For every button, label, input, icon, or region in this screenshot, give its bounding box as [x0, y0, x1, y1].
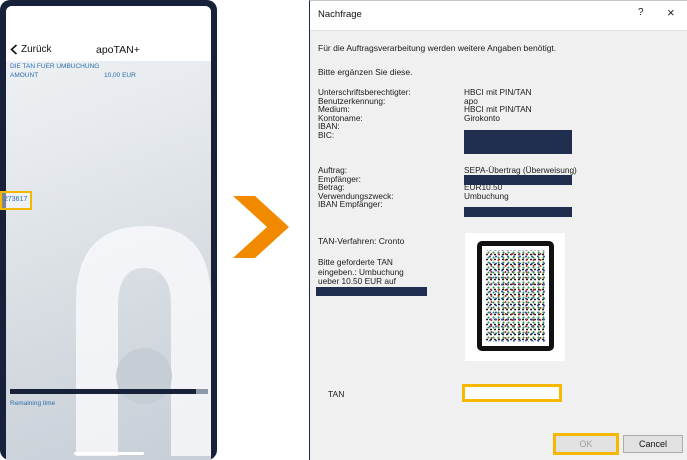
redacted-iban-bic	[464, 130, 572, 154]
arrow-right-icon	[233, 196, 289, 258]
tan-request-dialog: Nachfrage ? × Für die Auftragsverarbeitu…	[309, 0, 687, 460]
tan-prompt: Bitte geforderte TAN eingeben.: Umbuchun…	[318, 257, 404, 287]
detail-key: Kontoname:	[318, 112, 363, 123]
chevron-left-icon	[10, 44, 18, 55]
tan-field-label: TAN	[328, 389, 345, 399]
apo-logo-icon	[76, 226, 211, 456]
app-title: apoTAN+	[96, 44, 140, 56]
phone-navbar: Zurück apoTAN+	[6, 6, 211, 61]
intro-hint: Bitte ergänzen Sie diese.	[318, 67, 413, 77]
help-button[interactable]: ?	[638, 7, 644, 18]
cancel-button[interactable]: Cancel	[623, 435, 683, 453]
cronto-code-panel	[465, 233, 565, 361]
dialog-title: Nachfrage	[318, 9, 362, 20]
ok-button[interactable]: OK	[553, 433, 619, 455]
back-label: Zurück	[21, 44, 52, 55]
order-details: Auftrag: SEPA-Übertrag (Überweisung) Empf…	[318, 166, 577, 209]
detail-key: BIC:	[318, 129, 335, 140]
detail-key: IBAN Empfänger:	[318, 199, 383, 210]
phone-screen: Zurück apoTAN+ DIE TAN FUER UMBUCHUNG AM…	[6, 6, 211, 460]
intro-text: Für die Auftragsverarbeitung werden weit…	[318, 43, 557, 53]
tan-prompt-line: ueber 10.50 EUR auf	[318, 276, 396, 286]
redacted-target-account	[316, 287, 427, 296]
detail-row: Kontoname: Girokonto	[318, 114, 532, 123]
cronto-qr-pattern	[486, 250, 545, 342]
redacted-recipient	[464, 175, 572, 185]
tan-heading: DIE TAN FUER UMBUCHUNG	[10, 63, 100, 70]
tan-input[interactable]	[462, 384, 562, 402]
home-indicator[interactable]	[74, 452, 144, 455]
amount-value: 10,00 EUR	[104, 72, 136, 79]
redacted-recipient-iban	[464, 207, 572, 217]
cronto-qr-icon	[477, 241, 554, 351]
tan-info: DIE TAN FUER UMBUCHUNG AMOUNT 10,00 EUR	[10, 62, 206, 80]
remaining-time-fill	[10, 389, 197, 394]
detail-value: Girokonto	[464, 112, 500, 123]
remaining-time-bar	[10, 389, 208, 394]
back-button[interactable]: Zurück	[10, 44, 52, 55]
remaining-time-label: Remaining time	[10, 400, 56, 407]
detail-value: SEPA-Übertrag (Überweisung)	[464, 165, 577, 175]
dialog-titlebar: Nachfrage ? ×	[310, 1, 687, 31]
generated-tan: 273617	[0, 191, 32, 210]
phone-frame: Zurück apoTAN+ DIE TAN FUER UMBUCHUNG AM…	[0, 0, 217, 460]
close-button[interactable]: ×	[667, 6, 675, 19]
amount-label: AMOUNT	[10, 72, 39, 79]
detail-value: Umbuchung	[464, 190, 509, 201]
amount-row: AMOUNT 10,00 EUR	[10, 71, 206, 80]
tan-method: TAN-Verfahren: Cronto	[318, 236, 405, 246]
detail-key: IBAN:	[318, 121, 340, 132]
